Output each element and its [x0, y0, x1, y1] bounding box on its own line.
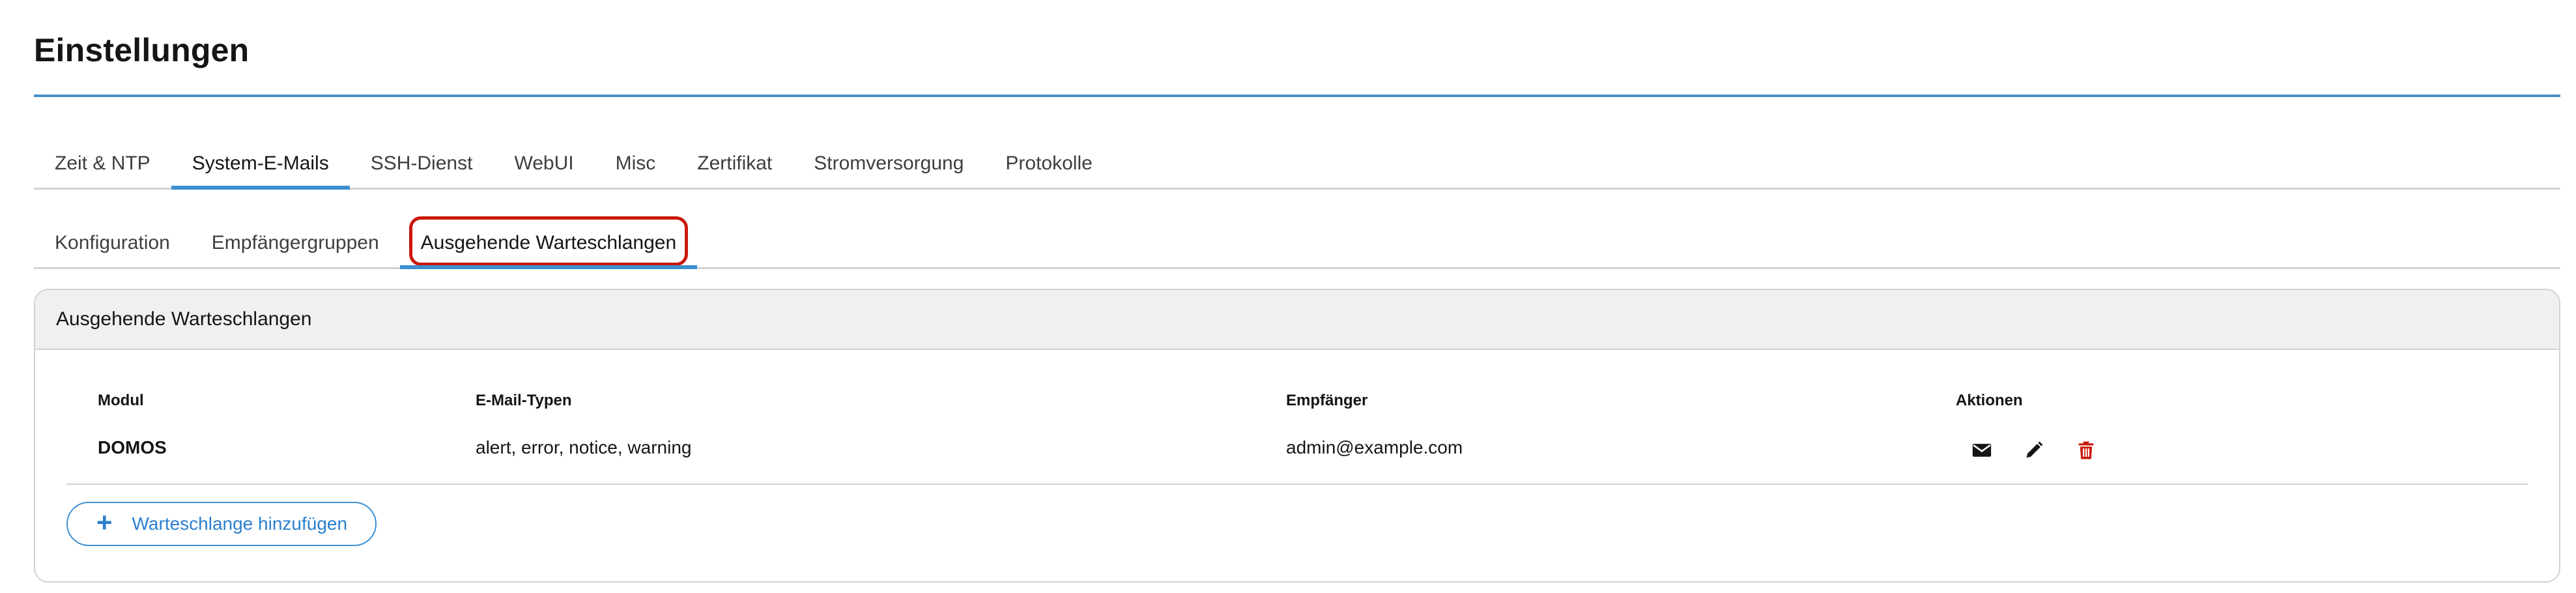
pencil-icon[interactable] [2021, 437, 2047, 463]
tab-label: System-E-Mails [192, 152, 329, 174]
cell-modul: DOMOS [98, 437, 167, 457]
column-header-e-mail-typen: E-Mail-Typen [476, 392, 572, 409]
row-divider [66, 484, 2528, 485]
title-divider [34, 94, 2560, 97]
row-actions [1969, 437, 2099, 463]
tab-protokolle[interactable]: Protokolle [984, 139, 1113, 188]
cell-e-mail-typen: alert, error, notice, warning [476, 437, 692, 457]
tab-ssh-dienst[interactable]: SSH-Dienst [350, 139, 494, 188]
tab-label: Konfiguration [55, 231, 170, 253]
tab-stromversorgung[interactable]: Stromversorgung [793, 139, 984, 188]
secondary-tabs: Konfiguration Empfängergruppen Ausgehend… [34, 216, 2560, 269]
tab-label: WebUI [514, 152, 574, 174]
tab-zertifikat[interactable]: Zertifikat [676, 139, 793, 188]
primary-tabs: Zeit & NTP System-E-Mails SSH-Dienst Web… [34, 139, 2560, 190]
tab-ausgehende-warteschlangen[interactable]: Ausgehende Warteschlangen [399, 216, 698, 269]
column-header-empfaenger: Empfänger [1286, 392, 1368, 409]
queues-card: Ausgehende Warteschlangen Modul E-Mail-T… [34, 289, 2560, 583]
tab-label: Protokolle [1005, 152, 1093, 174]
mail-icon[interactable] [1969, 437, 1995, 463]
plus-icon: + [96, 507, 113, 538]
column-header-modul: Modul [98, 392, 144, 409]
tab-konfiguration[interactable]: Konfiguration [34, 218, 191, 267]
tab-label: SSH-Dienst [370, 152, 473, 174]
tab-label: Empfängergruppen [211, 231, 379, 253]
tab-empfaengergruppen[interactable]: Empfängergruppen [191, 218, 400, 267]
tab-system-e-mails[interactable]: System-E-Mails [171, 139, 350, 190]
trash-icon[interactable] [2073, 437, 2099, 463]
tab-label: Zeit & NTP [55, 152, 150, 174]
tab-misc[interactable]: Misc [595, 139, 677, 188]
card-title: Ausgehende Warteschlangen [35, 290, 2559, 350]
tab-label: Misc [615, 152, 656, 174]
settings-page: Einstellungen Zeit & NTP System-E-Mails … [0, 0, 2576, 593]
page-title: Einstellungen [34, 32, 250, 68]
tab-label: Stromversorgung [814, 152, 964, 174]
tab-label: Zertifikat [697, 152, 773, 174]
tab-label: Ausgehende Warteschlangen [420, 231, 677, 253]
add-queue-label: Warteschlange hinzufügen [132, 513, 348, 534]
column-header-aktionen: Aktionen [1956, 392, 2023, 409]
tab-zeit-ntp[interactable]: Zeit & NTP [34, 139, 171, 188]
cell-empfaenger: admin@example.com [1286, 437, 1463, 457]
tab-webui[interactable]: WebUI [493, 139, 594, 188]
add-queue-button[interactable]: + Warteschlange hinzufügen [66, 502, 377, 546]
